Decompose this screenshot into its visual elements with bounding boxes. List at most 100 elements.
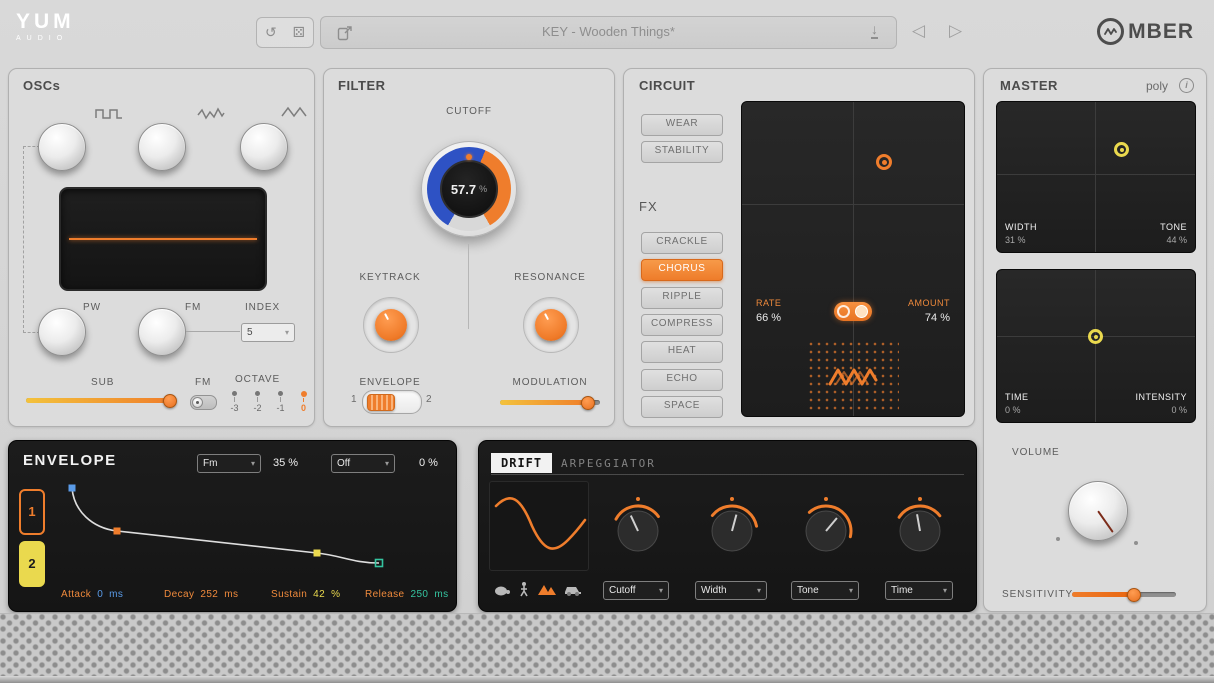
fx-button-compress[interactable]: COMPRESS [641,314,723,336]
rate-label: RATE [756,298,781,308]
mod-slot1-amount[interactable]: 35 % [273,457,298,469]
info-icon[interactable]: i [1179,78,1194,93]
circuit-title: CIRCUIT [639,78,695,93]
modulation-label: MODULATION [510,377,590,388]
modulation-slider[interactable] [500,400,600,405]
fx-xy-pad[interactable]: RATE 66 % AMOUNT 74 % [741,101,965,417]
drift-knob-1[interactable] [608,497,668,563]
keytrack-knob[interactable] [363,297,419,353]
preset-bar[interactable]: KEY - Wooden Things* ↓ [320,16,897,49]
master-panel: MASTER poly i WIDTH 31 % TONE 44 % TIME … [983,68,1207,612]
mber-logo-icon [1097,18,1124,45]
drift-target-1-select[interactable]: Cutoff ▾ [603,581,669,600]
sensitivity-handle[interactable] [1127,588,1141,602]
sub-slider[interactable] [26,398,176,403]
sustain-readout[interactable]: Sustain 42 % [271,589,340,600]
drift-target-2-select[interactable]: Width ▾ [695,581,767,600]
fx-button-ripple[interactable]: RIPPLE [641,287,723,309]
envelope-tab-1[interactable]: 1 [19,489,45,535]
envelope-select-slider[interactable] [362,390,422,414]
drift-target-1: Cutoff [609,585,636,596]
filter-connector-line [468,244,469,329]
index-select[interactable]: 5 ▾ [241,323,295,342]
waveform-display [59,187,267,291]
fx-button-echo[interactable]: ECHO [641,369,723,391]
mod-slot2-amount[interactable]: 0 % [419,457,438,469]
fx-button-heat[interactable]: HEAT [641,341,723,363]
octave-option[interactable]: -1 [269,391,292,413]
resonance-label: RESONANCE [512,272,588,283]
osc3-knob[interactable] [240,123,288,171]
sensitivity-label: SENSITIVITY [1002,589,1073,600]
filter-panel: FILTER CUTOFF 57.7 % KEYTRACK RESONANCE … [323,68,615,427]
envelope-curve[interactable] [57,481,449,581]
wear-button[interactable]: WEAR [641,114,723,136]
cutoff-knob[interactable]: 57.7 % [421,141,517,237]
undo-icon[interactable]: ↺ [265,24,277,41]
octave-option[interactable]: -2 [246,391,269,413]
walk-mode-icon[interactable] [517,581,531,597]
hills-mode-icon-selected[interactable] [537,582,557,596]
mod-slot2-select[interactable]: Off ▾ [331,454,395,473]
chevron-down-icon: ▾ [943,586,947,595]
save-preset-icon[interactable]: ↓ [871,22,878,39]
noise-wave-icon [197,107,225,121]
next-preset-button[interactable]: ▷ [949,21,962,41]
stability-button[interactable]: STABILITY [641,141,723,163]
yum-audio-logo: YUM AUDIO [16,11,75,42]
osc1-knob[interactable] [38,123,86,171]
release-readout[interactable]: Release 250 ms [365,589,449,600]
drift-knob-4[interactable] [890,497,950,563]
envelope-select-handle[interactable] [367,394,395,411]
tab-arpeggiator[interactable]: ARPEGGIATOR [561,457,656,470]
voice-mode-label[interactable]: poly [1146,79,1168,93]
modulation-slider-handle[interactable] [581,396,595,410]
time-intensity-pad[interactable]: TIME 0 % INTENSITY 0 % [996,269,1196,423]
fx-label: FX [639,199,658,214]
octave-option-selected[interactable]: 0 [292,391,315,413]
volume-knob[interactable] [1068,481,1128,541]
drift-target-3-select[interactable]: Tone ▾ [791,581,859,600]
envelope-option-2[interactable]: 2 [426,394,432,405]
master-title: MASTER [1000,78,1058,93]
cutoff-unit: % [479,184,487,194]
envelope-option-1[interactable]: 1 [351,394,357,405]
sensitivity-slider[interactable] [1072,592,1176,597]
time-value: 0 % [1005,405,1021,415]
chevron-down-icon: ▾ [385,459,389,468]
fx-button-space[interactable]: SPACE [641,396,723,418]
preset-name[interactable]: KEY - Wooden Things* [321,24,896,39]
drift-target-4-select[interactable]: Time ▾ [885,581,953,600]
envelope-panel: ENVELOPE Fm ▾ 35 % Off ▾ 0 % 1 2 Attack … [8,440,457,612]
previous-preset-button[interactable]: ◁ [912,21,925,41]
fm-toggle-handle[interactable] [192,397,203,408]
index-label: INDEX [245,302,280,313]
slow-mode-icon[interactable] [493,583,511,597]
drift-knob-3[interactable] [796,497,856,563]
fm-knob[interactable] [138,308,186,356]
fx-button-chorus-selected[interactable]: CHORUS [641,259,723,281]
width-tone-pad[interactable]: WIDTH 31 % TONE 44 % [996,101,1196,253]
attack-readout[interactable]: Attack 0 ms [61,589,123,600]
randomize-dice-icon[interactable]: ⚄ [293,24,305,41]
sub-label: SUB [91,377,114,388]
envelope-tab-2[interactable]: 2 [19,541,45,587]
fx-power-toggle[interactable] [834,302,872,321]
width-tone-dot[interactable] [1114,142,1129,157]
pw-knob[interactable] [38,308,86,356]
tab-drift-selected[interactable]: DRIFT [491,453,552,473]
fx-button-crackle[interactable]: CRACKLE [641,232,723,254]
decay-readout[interactable]: Decay 252 ms [164,589,238,600]
drift-target-3: Tone [797,585,819,596]
drift-knob-2[interactable] [702,497,762,563]
fm-toggle[interactable] [190,395,217,410]
mod-slot1-select[interactable]: Fm ▾ [197,454,261,473]
octave-option[interactable]: -3 [223,391,246,413]
time-intensity-dot[interactable] [1088,329,1103,344]
sub-slider-handle[interactable] [163,394,177,408]
drive-mode-icon[interactable] [563,584,583,596]
mod-dot [824,497,828,501]
fx-pad-dot[interactable] [876,154,892,170]
resonance-knob[interactable] [523,297,579,353]
osc2-knob[interactable] [138,123,186,171]
